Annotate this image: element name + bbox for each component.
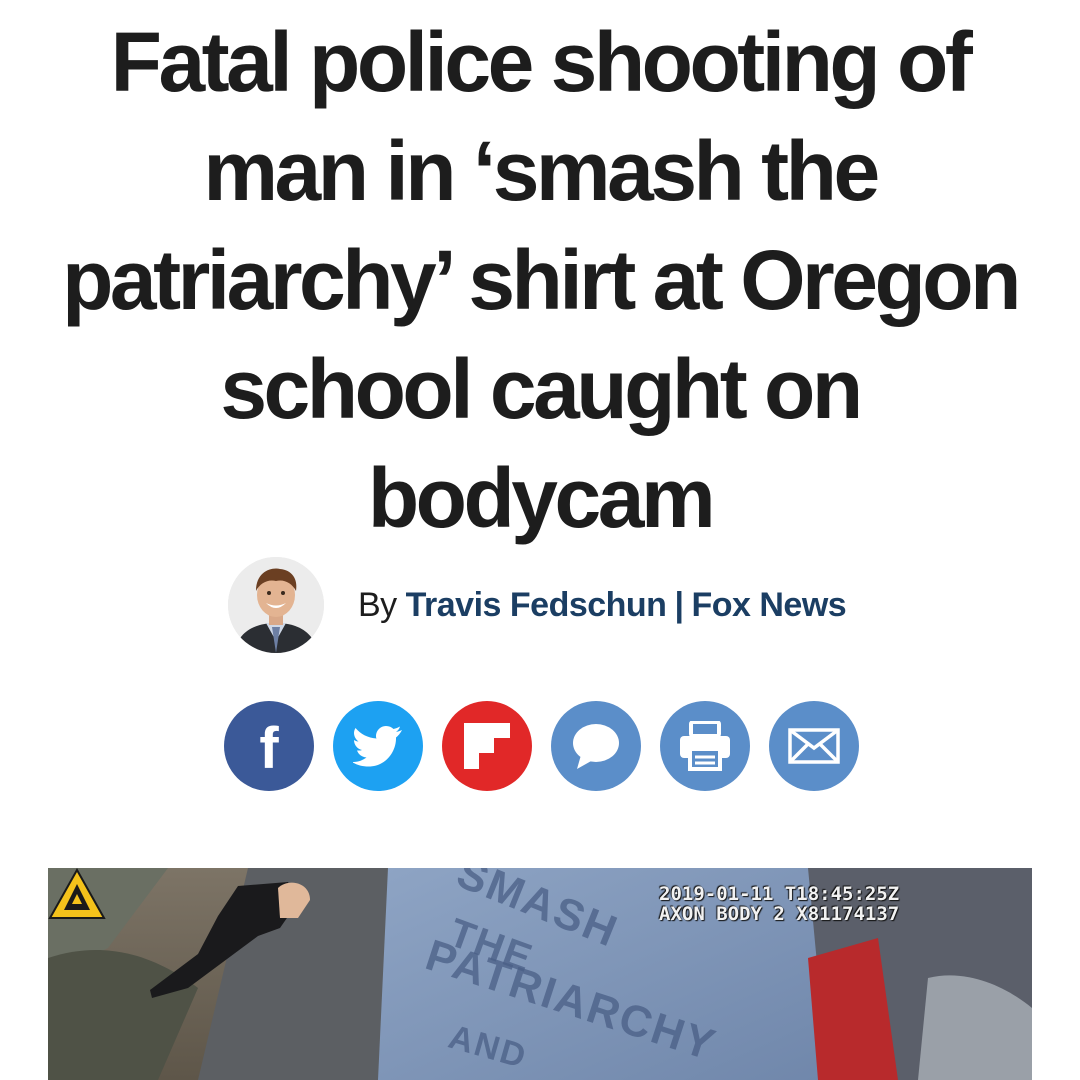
facebook-icon: f bbox=[259, 716, 279, 781]
axon-logo-icon bbox=[48, 868, 106, 919]
byline: By Travis Fedschun | Fox News bbox=[228, 556, 847, 654]
email-share-button[interactable] bbox=[769, 701, 859, 791]
flipboard-icon bbox=[464, 723, 510, 769]
print-button[interactable] bbox=[660, 701, 750, 791]
share-toolbar: f bbox=[224, 701, 859, 791]
printer-icon bbox=[680, 721, 730, 771]
envelope-icon bbox=[788, 728, 840, 764]
facebook-share-button[interactable]: f bbox=[224, 701, 314, 791]
article-headline: Fatal police shooting of man in ‘smash t… bbox=[62, 15, 1021, 545]
flipboard-share-button[interactable] bbox=[442, 701, 532, 791]
author-avatar[interactable] bbox=[228, 557, 324, 653]
bodycam-timestamp: 2019-01-11 T18:45:25Z bbox=[659, 883, 900, 905]
comments-button[interactable] bbox=[551, 701, 641, 791]
twitter-bird-icon bbox=[353, 726, 402, 767]
twitter-share-button[interactable] bbox=[333, 701, 423, 791]
bodycam-overlay: 2019-01-11 T18:45:25Z AXON BODY 2 X81174… bbox=[659, 884, 899, 924]
bodycam-camera-id: AXON BODY 2 X81174137 bbox=[659, 903, 900, 925]
bodycam-video-still[interactable]: SMASH THE PATRIARCHY AND 2019-01-11 T18:… bbox=[48, 868, 1032, 1080]
publisher-link[interactable]: Fox News bbox=[691, 586, 846, 624]
author-link[interactable]: Travis Fedschun bbox=[406, 586, 667, 624]
byline-separator: | bbox=[674, 585, 684, 624]
speech-bubble-icon bbox=[573, 724, 619, 769]
byline-prefix: By bbox=[358, 585, 397, 624]
